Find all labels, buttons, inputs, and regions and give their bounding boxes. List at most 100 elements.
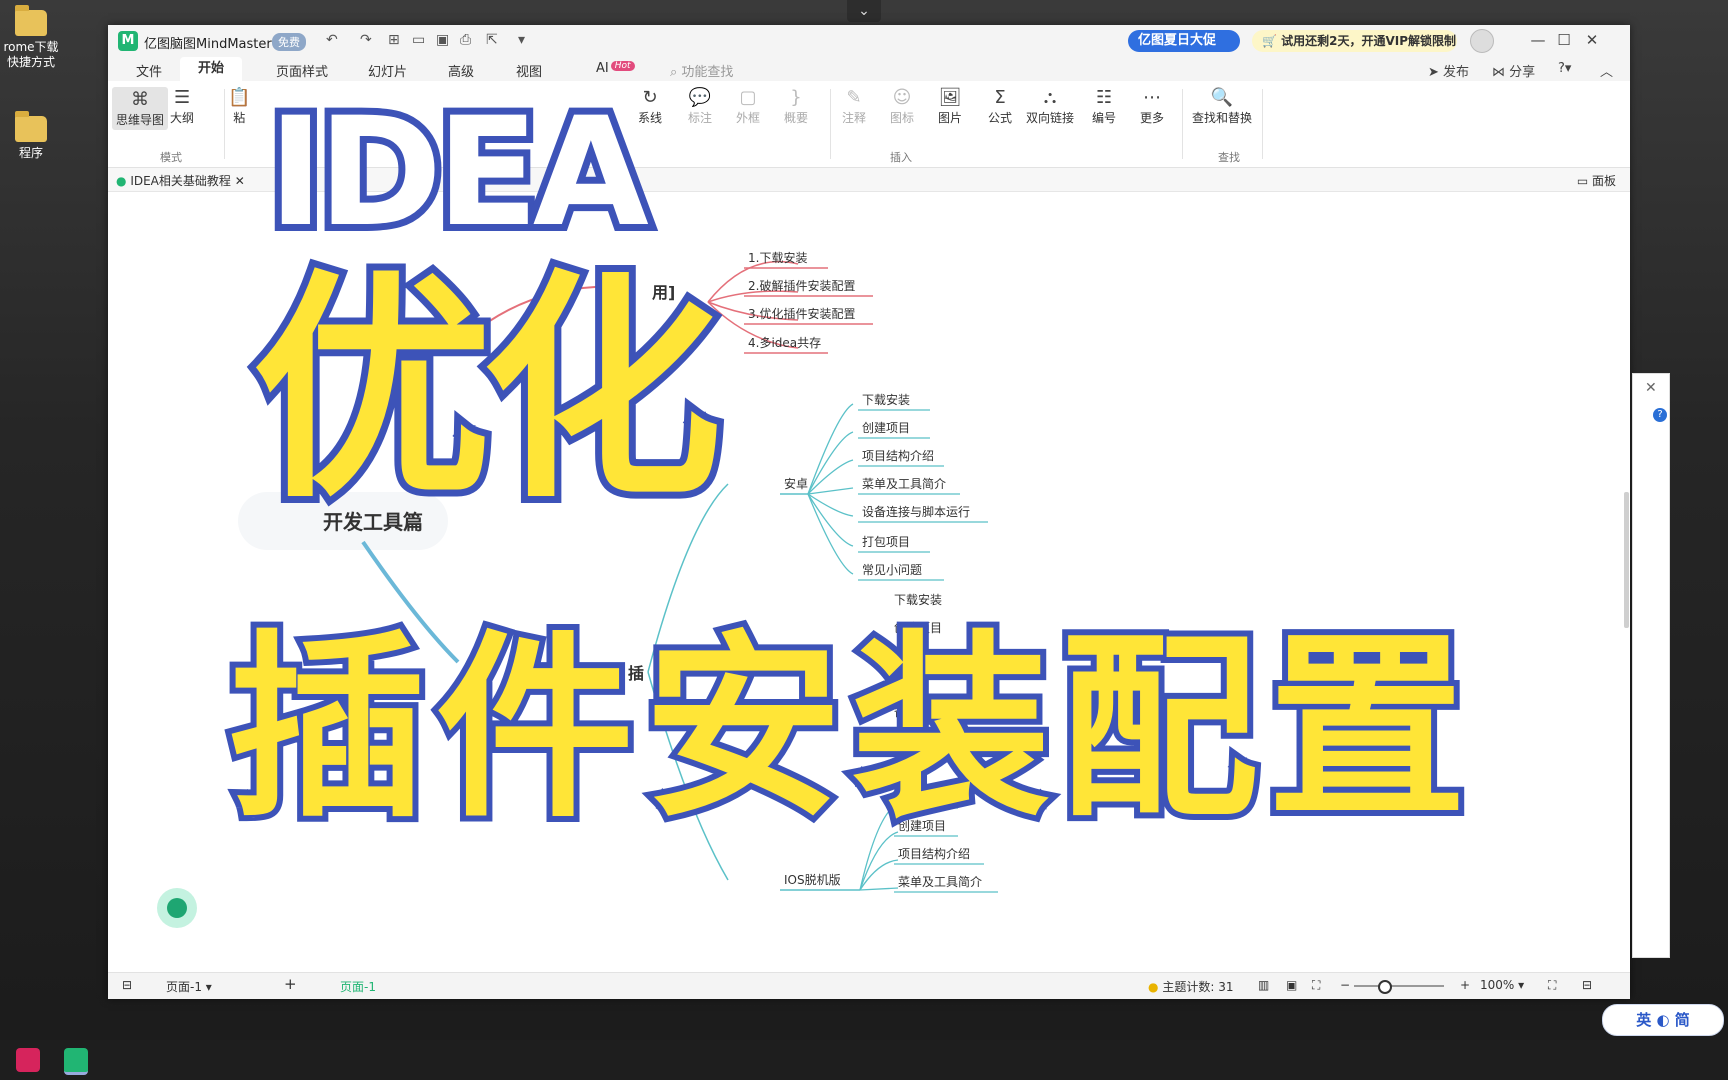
- close-icon[interactable]: ✕: [1582, 31, 1602, 49]
- bilink-label: 双向链接: [1026, 111, 1075, 125]
- mindmap-icon: ⌘: [131, 89, 149, 110]
- image-button[interactable]: 🖼 图片: [938, 87, 962, 126]
- topic-node[interactable]: 1.下载安装: [748, 250, 807, 265]
- numbering-button[interactable]: ☷ 编号: [1092, 87, 1116, 126]
- status-bar: ⊟ 页面-1 ▾ + 页面-1 ● 主题计数: 31 ▥ ▣ ⛶ − + 100…: [108, 972, 1630, 999]
- paste-button[interactable]: 📋 粘: [228, 87, 250, 126]
- numbered-list-icon: ☷: [1095, 87, 1113, 108]
- android-items: 下载安装 创建项目 项目结构介绍 菜单及工具简介 设备连接与脚本运行 打包项目 …: [862, 392, 970, 577]
- note-button[interactable]: ✎ 注释: [842, 87, 866, 126]
- help-icon[interactable]: ?▾: [1558, 61, 1571, 76]
- topic-node[interactable]: 常见小问题: [862, 563, 922, 577]
- mindmap-mode-button[interactable]: ⌘ 思维导图: [112, 87, 169, 130]
- save-icon[interactable]: ▣: [436, 32, 449, 48]
- topic-node[interactable]: 2.破解插件安装配置: [748, 278, 855, 293]
- paste-label: 粘: [233, 111, 246, 125]
- ai-assistant-icon[interactable]: [157, 888, 197, 928]
- menu-ai[interactable]: AI Hot: [596, 61, 635, 76]
- ime-indicator[interactable]: 英 ◐ 简: [1602, 1004, 1724, 1036]
- zoom-level[interactable]: 100% ▾: [1480, 978, 1524, 992]
- topic-node[interactable]: 项目结构介绍: [862, 448, 934, 463]
- find-replace-button[interactable]: 🔍 查找和替换: [1192, 87, 1252, 126]
- callout-button[interactable]: 💬 标注: [688, 87, 712, 126]
- zoom-in-icon[interactable]: +: [1460, 978, 1470, 992]
- connector: [807, 487, 854, 495]
- outline-mode-button[interactable]: ☰ 大纲: [170, 87, 194, 126]
- topic-node[interactable]: 菜单及工具简介: [862, 477, 946, 491]
- menu-home[interactable]: 开始: [180, 57, 243, 81]
- feature-search[interactable]: ⌕ 功能查找: [670, 61, 733, 80]
- app-title: 亿图脑图MindMaster: [144, 37, 272, 52]
- menu-file[interactable]: 文件: [136, 61, 162, 80]
- zoom-out-icon[interactable]: −: [1340, 978, 1350, 992]
- topic-node[interactable]: 3.优化插件安装配置: [748, 306, 855, 321]
- connector: [807, 493, 854, 547]
- ios-topic[interactable]: IOS脱机版: [784, 872, 841, 887]
- topic-node[interactable]: 项目结构介绍: [898, 846, 970, 861]
- menu-page-style[interactable]: 页面样式: [276, 61, 328, 80]
- zoom-slider-handle[interactable]: [1378, 980, 1392, 994]
- document-tab[interactable]: ● IDEA相关基础教程 ✕: [116, 172, 245, 189]
- topic-node[interactable]: 下载安装: [862, 392, 910, 407]
- topic-node[interactable]: 下载安装: [894, 592, 942, 607]
- avatar[interactable]: [1470, 29, 1494, 53]
- redo-icon[interactable]: ↷: [360, 32, 372, 48]
- vertical-scrollbar[interactable]: [1624, 492, 1629, 628]
- topic-node[interactable]: 4.多idea共存: [748, 336, 821, 350]
- topic-node[interactable]: 菜单及工具简介: [898, 875, 982, 889]
- help-icon[interactable]: ?: [1653, 408, 1667, 422]
- topic-node[interactable]: 设备连接与脚本运行: [862, 504, 970, 519]
- close-icon[interactable]: ✕: [1645, 380, 1657, 396]
- summary-button[interactable]: } 概要: [784, 87, 808, 126]
- topic-node[interactable]: 打包项目: [862, 535, 910, 549]
- bilink-button[interactable]: ⛬ 双向链接: [1026, 87, 1074, 126]
- more-button[interactable]: ⋯ 更多: [1140, 87, 1164, 126]
- close-tab-icon[interactable]: ✕: [235, 174, 245, 188]
- maximize-icon[interactable]: ☐: [1554, 31, 1574, 49]
- doc-file-icon: ●: [116, 174, 127, 188]
- customize-toolbar-icon[interactable]: ▾: [518, 32, 525, 48]
- more-label: 更多: [1140, 111, 1165, 125]
- share-button[interactable]: ⋈ 分享: [1492, 61, 1535, 80]
- fullscreen-icon[interactable]: ⛶: [1548, 978, 1556, 993]
- undo-icon[interactable]: ↶: [326, 32, 338, 48]
- vip-trial-button[interactable]: 🛒 试用还剩2天，开通VIP解锁限制: [1252, 30, 1457, 52]
- collapse-ribbon-icon[interactable]: ︿: [1600, 61, 1613, 80]
- new-file-icon[interactable]: ⊞: [388, 32, 400, 48]
- menu-advanced[interactable]: 高级: [448, 61, 474, 80]
- panel-toggle-button[interactable]: ▭ 面板: [1577, 172, 1616, 189]
- side-panel: ✕ ?: [1632, 373, 1670, 958]
- publish-button[interactable]: ➤ 发布: [1428, 61, 1469, 80]
- menu-view[interactable]: 视图: [516, 61, 542, 80]
- minimize-icon[interactable]: —: [1528, 31, 1548, 49]
- free-badge[interactable]: 免费: [272, 33, 306, 51]
- export-icon[interactable]: ⇱: [486, 32, 498, 48]
- chevron-down-icon[interactable]: ⌄: [847, 0, 881, 22]
- overlay-title-line3: 插件安装配置: [222, 613, 1476, 844]
- desktop-shortcut-program[interactable]: 程序: [0, 111, 62, 161]
- topic-node[interactable]: 创建项目: [862, 421, 910, 435]
- page-select[interactable]: 页面-1 ▾: [166, 978, 212, 995]
- taskbar-app-icon[interactable]: [16, 1048, 40, 1072]
- desktop-shortcut-chrome-download[interactable]: rome下载 快捷方式: [0, 5, 62, 70]
- outline-icon: ☰: [173, 87, 191, 108]
- add-page-icon[interactable]: +: [284, 975, 297, 993]
- android-topic[interactable]: 安卓: [784, 476, 808, 491]
- zoom-slider[interactable]: [1354, 985, 1444, 987]
- panel-collapse-icon[interactable]: ⊟: [1582, 978, 1592, 992]
- formula-button[interactable]: Σ 公式: [988, 87, 1012, 126]
- fullscreen-fit-icon[interactable]: ⛶: [1312, 978, 1320, 993]
- boundary-button[interactable]: ▢ 外框: [736, 87, 760, 126]
- print-icon[interactable]: ⎙: [460, 32, 471, 48]
- page-tab[interactable]: 页面-1: [340, 978, 376, 995]
- page-list-icon[interactable]: ⊟: [122, 978, 132, 992]
- fit-page-icon[interactable]: ▣: [1286, 978, 1297, 992]
- title-bar: M 亿图脑图MindMaster 免费 ↶ ↷ ⊞ ▭ ▣ ⎙ ⇱ ▾ 亿图夏日…: [108, 25, 1630, 57]
- summer-promo-button[interactable]: 亿图夏日大促: [1128, 30, 1240, 52]
- open-folder-icon[interactable]: ▭: [412, 32, 425, 48]
- menu-slides[interactable]: 幻灯片: [368, 61, 407, 80]
- graph-icon: ⛬: [1043, 87, 1057, 108]
- mindmaster-taskbar-icon[interactable]: [64, 1048, 88, 1075]
- icon-button[interactable]: ☺ 图标: [890, 87, 914, 126]
- book-view-icon[interactable]: ▥: [1258, 978, 1269, 992]
